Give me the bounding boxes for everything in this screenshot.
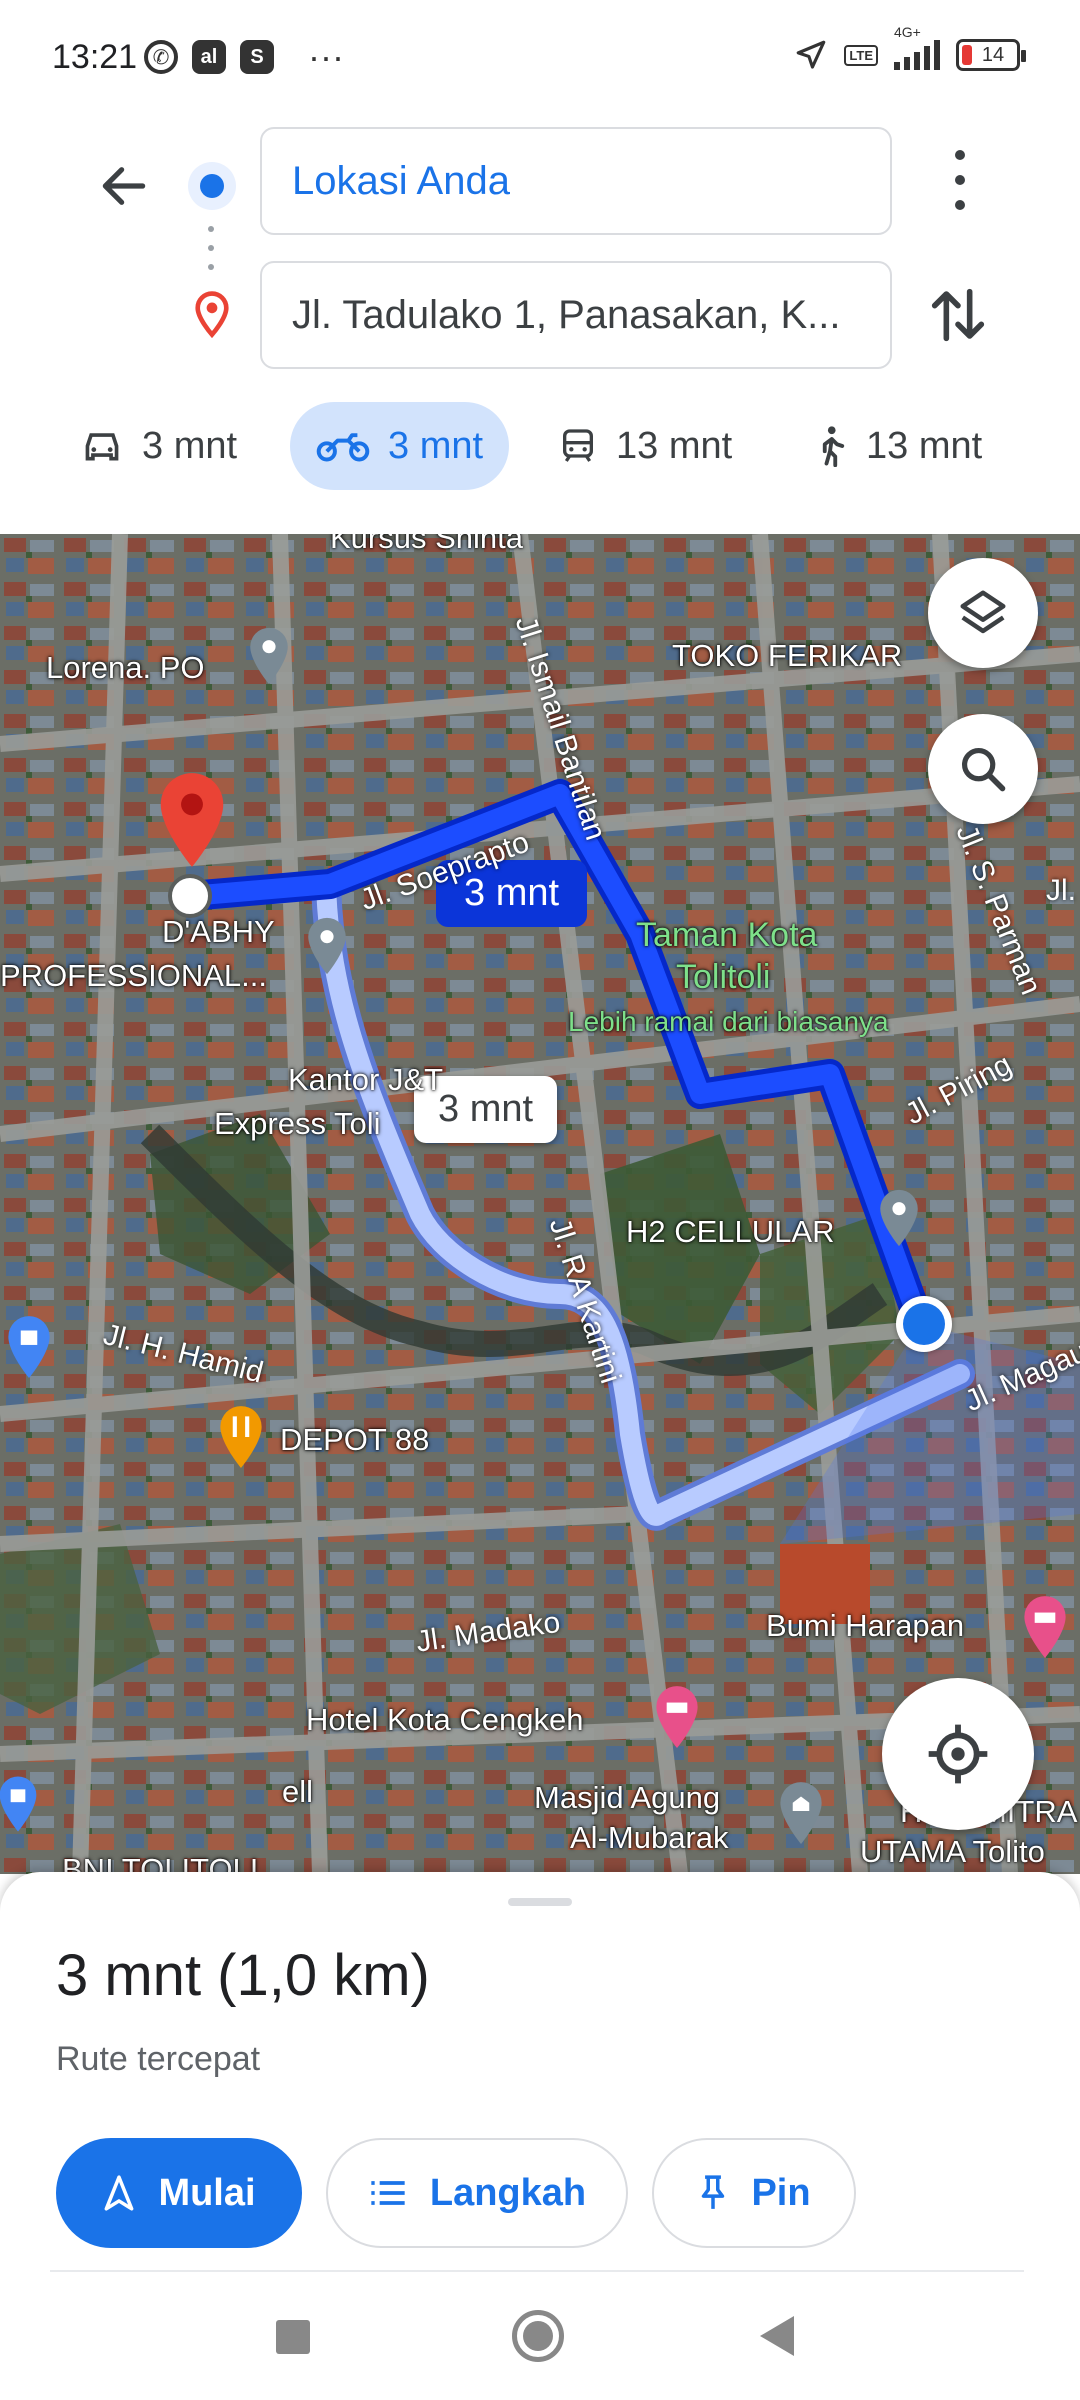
pin-icon: [702, 2175, 725, 2209]
location-arrow-icon: [797, 40, 826, 69]
lte-badge: LTE: [844, 44, 878, 66]
transit-icon: [563, 429, 593, 462]
steps-button-label: Langkah: [429, 2171, 587, 2214]
battery-icon: 14: [956, 39, 1026, 71]
origin-value: Lokasi Anda: [292, 158, 510, 203]
mode-motorcycle-label: 3 mnt: [388, 424, 484, 467]
status-bar: 13:21 ✆ al S ··· LTE 4G+ 14: [0, 0, 1080, 110]
poi-taman-1[interactable]: Taman Kota: [636, 916, 817, 955]
divider: [50, 2270, 1024, 2272]
destination-value: Jl. Tadulako 1, Panasakan, K...: [292, 292, 841, 337]
recent-apps-icon[interactable]: [276, 2320, 310, 2354]
route-start-dot: [168, 874, 212, 918]
sheet-handle[interactable]: [508, 1898, 572, 1906]
navigation-arrow-icon: [105, 2175, 134, 2211]
travel-modes: 3 mnt 3 mnt 13 mnt 13 mnt: [0, 402, 1080, 492]
pin-button[interactable]: Pin: [652, 2138, 856, 2248]
poi-dabhy-2[interactable]: PROFESSIONAL...: [0, 958, 267, 994]
swap-icon[interactable]: [930, 282, 986, 348]
steps-button[interactable]: Langkah: [326, 2138, 628, 2248]
poi-masjid-2[interactable]: Al-Mubarak: [570, 1820, 729, 1856]
more-options-icon[interactable]: [940, 150, 980, 210]
poi-dabhy-1[interactable]: D'ABHY: [162, 914, 275, 950]
back-nav-icon[interactable]: [760, 2316, 794, 2356]
mode-transit[interactable]: 13 mnt: [558, 402, 732, 490]
poi-hotel-kota-cengkeh[interactable]: Hotel Kota Cengkeh: [306, 1702, 583, 1738]
mode-car[interactable]: 3 mnt: [80, 402, 237, 490]
poi-kantor-2[interactable]: Express Toli: [214, 1106, 381, 1142]
route-subtitle: Rute tercepat: [56, 2040, 261, 2078]
origin-dot-icon: [188, 162, 236, 210]
network-type: 4G+: [894, 24, 921, 40]
car-icon: [85, 433, 119, 461]
crosshair-icon: [928, 1724, 988, 1784]
hotel-pin-icon: [1024, 1596, 1066, 1658]
shopping-pin-icon: [0, 1776, 37, 1832]
shop-icon: S: [240, 40, 274, 74]
poi-pin-icon: [250, 627, 288, 685]
poi-h2-cellular[interactable]: H2 CELLULAR: [626, 1214, 834, 1250]
poi-ell[interactable]: ell: [282, 1774, 313, 1810]
layers-icon: [960, 590, 1006, 634]
shopping-pin-icon: [8, 1316, 50, 1378]
hotel-pin-icon: [656, 1686, 698, 1748]
mode-walk[interactable]: 13 mnt: [812, 402, 982, 490]
poi-kantor-1[interactable]: Kantor J&T: [288, 1062, 443, 1098]
mode-transit-label: 13 mnt: [616, 424, 733, 467]
more-notifications-icon: ···: [308, 36, 344, 77]
search-icon: [961, 747, 1006, 792]
destination-pin-icon: [195, 291, 229, 339]
route-summary: 3 mnt (1,0 km): [56, 1943, 430, 2008]
poi-taman-2[interactable]: Tolitoli: [676, 958, 770, 997]
route-time-alt: 3 mnt: [438, 1088, 534, 1130]
mode-walk-label: 13 mnt: [866, 424, 983, 467]
notification-icons: ✆ al S ···: [144, 36, 344, 77]
poi-masjid-1[interactable]: Masjid Agung: [534, 1780, 720, 1816]
poi-hotel-mitra-2[interactable]: UTAMA Tolito: [860, 1834, 1045, 1870]
poi-bumi-harapan[interactable]: Bumi Harapan: [766, 1608, 964, 1644]
back-arrow-icon[interactable]: [96, 158, 152, 214]
home-icon[interactable]: [512, 2310, 564, 2362]
poi-pin-icon: [880, 1189, 918, 1247]
battery-level: 14: [981, 43, 1005, 66]
status-time: 13:21: [52, 38, 138, 76]
signal-icon: 4G+: [894, 24, 940, 70]
poi-taman-busy: Lebih ramai dari biasanya: [568, 1006, 889, 1037]
status-right: LTE 4G+ 14: [794, 24, 1026, 72]
route-dots-icon: [208, 226, 214, 270]
poi-kursus[interactable]: Kursus Shinta: [330, 534, 523, 556]
mosque-pin-icon: [780, 1782, 822, 1844]
walk-icon: [822, 426, 845, 467]
layers-button[interactable]: [928, 558, 1038, 668]
poi-pin-icon: [308, 917, 346, 975]
poi-toko[interactable]: TOKO FERIKAR: [672, 638, 902, 674]
origin-input[interactable]: Lokasi Anda: [260, 127, 892, 235]
route-time-primary: 3 mnt: [464, 872, 560, 914]
list-icon: [371, 2181, 405, 2205]
app-icon: al: [192, 40, 226, 74]
poi-lorena[interactable]: Lorena. PO: [46, 650, 205, 686]
poi-depot-88[interactable]: DEPOT 88: [280, 1422, 429, 1458]
whatsapp-icon: ✆: [144, 40, 178, 74]
poi-bni[interactable]: BNI TOLITOLI: [62, 1852, 258, 1874]
map-view[interactable]: 3 mnt 3 mnt Lorena. PO TOKO FERIKAR D'AB…: [0, 534, 1080, 1874]
pin-button-label: Pin: [751, 2171, 811, 2214]
mode-motorcycle[interactable]: 3 mnt: [290, 402, 510, 490]
start-button-label: Mulai: [158, 2171, 256, 2214]
road-jl: Jl.: [1046, 874, 1076, 907]
current-location-dot: [896, 1296, 952, 1352]
search-along-route-button[interactable]: [928, 714, 1038, 824]
my-location-button[interactable]: [882, 1678, 1034, 1830]
mode-car-label: 3 mnt: [142, 424, 238, 467]
start-button[interactable]: Mulai: [56, 2138, 302, 2248]
motorcycle-icon: [316, 433, 370, 462]
restaurant-pin-icon: [220, 1406, 262, 1468]
destination-input[interactable]: Jl. Tadulako 1, Panasakan, K...: [260, 261, 892, 369]
destination-marker-icon: [160, 773, 224, 867]
